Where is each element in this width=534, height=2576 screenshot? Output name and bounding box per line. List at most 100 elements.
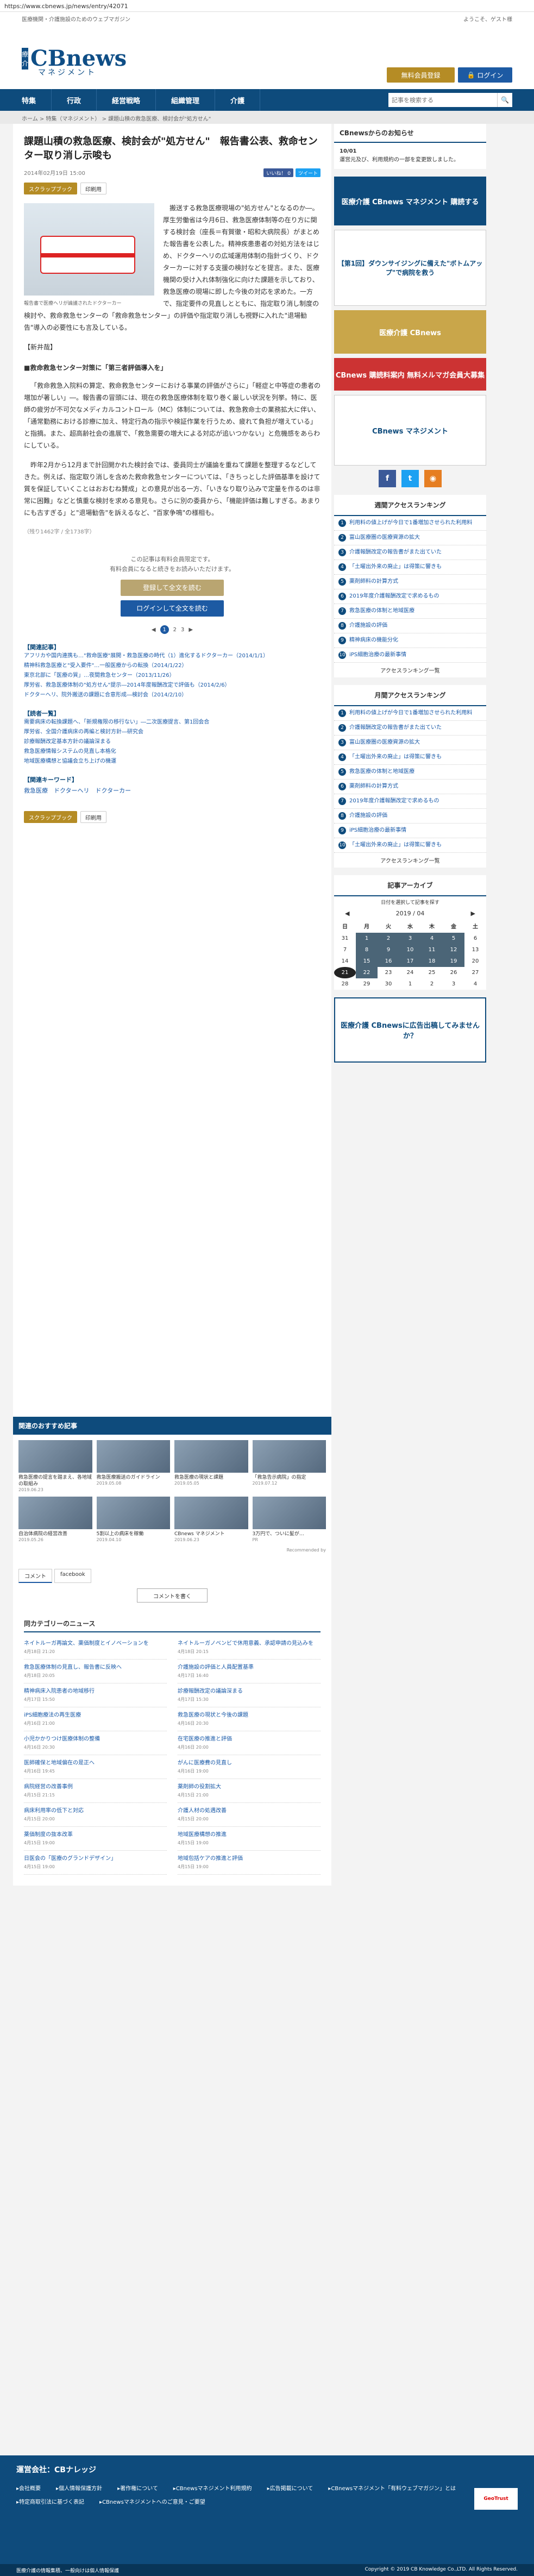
- geotrust-badge[interactable]: GeoTrust: [474, 2488, 518, 2510]
- rank-item[interactable]: 1 利用料の値上げが今日で1番増加させられた利用料: [334, 516, 486, 531]
- calendar-day[interactable]: 22: [356, 967, 378, 978]
- footer-link[interactable]: CBnewsマネジメント利用規約: [173, 2484, 252, 2492]
- news-item[interactable]: 病院経営の改善事例 4月15日 21:15: [24, 1779, 167, 1803]
- calendar-next[interactable]: ▶: [471, 910, 475, 917]
- recommend-card[interactable]: 救急医療の現状と課題 2019.05.05: [174, 1440, 248, 1492]
- tab-facebook[interactable]: facebook: [54, 1569, 91, 1583]
- login-read-button[interactable]: ログインして全文を読む: [121, 600, 224, 617]
- scrapbook-button[interactable]: スクラップブック: [24, 183, 77, 194]
- news-item[interactable]: 救急医療の現状と今後の課題 4月16日 20:30: [178, 1707, 321, 1731]
- news-item[interactable]: 介護人材の処遇改善 4月15日 20:00: [178, 1803, 321, 1827]
- related-item[interactable]: 東京北部に「医療の質」…夜間救急センター（2013/11/26）: [24, 671, 321, 681]
- news-item[interactable]: 地域医療構想の推進 4月15日 19:00: [178, 1827, 321, 1851]
- footer-link[interactable]: 著作権について: [117, 2484, 158, 2492]
- calendar-day[interactable]: 2: [378, 933, 399, 944]
- calendar-day[interactable]: 10: [399, 944, 421, 956]
- related-item[interactable]: 厚労省、救急医療体制の"処方せん"提示―2014年度報酬改定で評価も（2014/…: [24, 681, 321, 690]
- register-read-button[interactable]: 登録して全文を読む: [121, 580, 224, 596]
- reading-item[interactable]: 需要病床の転換課題へ、「新規権限の移行ない」―二次医療提言、第1回会合: [24, 718, 321, 727]
- weekly-ranking-more[interactable]: アクセスランキング一覧: [334, 663, 486, 677]
- rank-item[interactable]: 8 介護施設の評価: [334, 619, 486, 633]
- nav-item-care[interactable]: 介護: [215, 89, 261, 111]
- calendar-day[interactable]: 4: [421, 933, 443, 944]
- pager-1[interactable]: 1: [160, 625, 169, 634]
- calendar-prev[interactable]: ◀: [345, 910, 349, 917]
- scrapbook-button-bottom[interactable]: スクラップブック: [24, 811, 77, 823]
- recommend-card[interactable]: 救急医療の提言を踏まえ、各地域の取組み 2019.06.23: [18, 1440, 92, 1492]
- facebook-icon[interactable]: f: [379, 470, 396, 487]
- ad-mailmag[interactable]: CBnews 購読料案内 無料メルマガ会員大募集: [334, 358, 486, 391]
- site-logo[interactable]: 医療介護 CBnews マネジメント: [22, 41, 127, 77]
- like-button[interactable]: いいね！ 0: [263, 168, 293, 177]
- reading-item[interactable]: 地域医療構想と協議会立ち上げの機運: [24, 757, 321, 766]
- news-item[interactable]: 介護施設の評価と人員配置基準 4月17日 16:40: [178, 1660, 321, 1683]
- rss-icon[interactable]: ◉: [424, 470, 442, 487]
- footer-link[interactable]: CBnewsマネジメント「有料ウェブマガジン」とは: [328, 2484, 456, 2492]
- ad-subscribe[interactable]: 医療介護 CBnews マネジメント 購読する: [334, 177, 486, 225]
- recommend-card[interactable]: 自治体病院の経営改善 2019.05.26: [18, 1497, 92, 1542]
- ad-management[interactable]: CBnews マネジメント: [334, 395, 486, 466]
- ad-advertise[interactable]: 医療介護 CBnewsに広告出稿してみませんか？: [334, 997, 486, 1063]
- rank-item[interactable]: 6 薬剤師料の計算方式: [334, 780, 486, 794]
- ad-seminar[interactable]: 【第1回】ダウンサイジングに備えた"ボトムアップ"で病院を救う: [334, 230, 486, 306]
- calendar-day[interactable]: 18: [421, 956, 443, 967]
- calendar-day-today[interactable]: 21: [334, 967, 356, 978]
- footer-link[interactable]: 個人情報保護方針: [56, 2484, 102, 2492]
- reading-item[interactable]: 救急医療情報システムの見直し本格化: [24, 747, 321, 757]
- news-item[interactable]: 医師確保と地域偏在の是正へ 4月16日 19:45: [24, 1755, 167, 1779]
- free-signup-button[interactable]: 無料会員登録: [387, 67, 455, 83]
- recommend-card[interactable]: CBnews マネジメント 2019.06.23: [174, 1497, 248, 1542]
- calendar-day[interactable]: 9: [378, 944, 399, 956]
- search-input[interactable]: [388, 93, 497, 107]
- rank-item[interactable]: 9 iPS細胞治療の最新事情: [334, 824, 486, 838]
- rank-item[interactable]: 5 救急医療の体制と地域医療: [334, 765, 486, 780]
- pager-next[interactable]: ▶: [189, 627, 193, 633]
- related-item[interactable]: アフリカや国内連携も…"救命医療"展開・救急医療の時代（1）進化するドクターカー…: [24, 651, 321, 661]
- footer-link[interactable]: 会社概要: [16, 2484, 41, 2492]
- tab-comment[interactable]: コメント: [18, 1569, 52, 1583]
- footer-link[interactable]: 特定商取引法に基づく表記: [16, 2497, 84, 2505]
- news-item[interactable]: 日医会の「医療のグランドデザイン」 4月15日 19:00: [24, 1851, 167, 1875]
- news-item[interactable]: 小児かかりつけ医療体制の整備 4月16日 20:30: [24, 1731, 167, 1755]
- search-button[interactable]: 🔍: [497, 93, 512, 107]
- news-item[interactable]: 病床利用率の低下と対応 4月15日 20:00: [24, 1803, 167, 1827]
- calendar-day[interactable]: 3: [399, 933, 421, 944]
- rank-item[interactable]: 6 2019年度介護報酬改定で求めるもの: [334, 589, 486, 604]
- news-item[interactable]: 在宅医療の推進と評価 4月16日 20:00: [178, 1731, 321, 1755]
- news-item[interactable]: iPS細胞療法の再生医療 4月16日 21:00: [24, 1707, 167, 1731]
- login-button[interactable]: 🔒 ログイン: [458, 67, 512, 83]
- news-item[interactable]: 地域包括ケアの推進と評価 4月15日 19:00: [178, 1851, 321, 1875]
- reading-item[interactable]: 診療報酬改定基本方針の議論深まる: [24, 737, 321, 747]
- nav-item-strategy[interactable]: 経営戦略: [97, 89, 156, 111]
- related-item[interactable]: ドクターヘリ、院外搬送の課題に合意形成―検討会（2014/2/10）: [24, 690, 321, 700]
- print-button-bottom[interactable]: 印刷用: [80, 811, 106, 823]
- keyword-list[interactable]: 救急医療 ドクターヘリ ドクターカー: [24, 786, 321, 795]
- footer-link[interactable]: 広告掲載について: [267, 2484, 313, 2492]
- calendar-day[interactable]: 15: [356, 956, 378, 967]
- news-item[interactable]: ネイトルーガノベンビで休用意義、承認申請の見込みを 4月18日 20:15: [178, 1636, 321, 1660]
- monthly-ranking-more[interactable]: アクセスランキング一覧: [334, 853, 486, 868]
- calendar-day[interactable]: 17: [399, 956, 421, 967]
- news-item[interactable]: 救急医療体制の見直し、報告書に反映へ 4月18日 20:05: [24, 1660, 167, 1683]
- calendar-day[interactable]: 19: [443, 956, 464, 967]
- nav-item-org[interactable]: 組織管理: [156, 89, 216, 111]
- recommend-card[interactable]: 5割以上の病床を稼働 2019.04.10: [96, 1497, 170, 1542]
- recommend-card[interactable]: 救急医療搬送のガイドライン 2019.05.08: [96, 1440, 170, 1492]
- twitter-icon[interactable]: t: [401, 470, 419, 487]
- related-item[interactable]: 精神科救急医療と"受入要件"…一般医療からの転換（2014/1/22）: [24, 661, 321, 671]
- news-item[interactable]: 精神病床入院患者の地域移行 4月17日 15:50: [24, 1683, 167, 1707]
- rank-item[interactable]: 7 救急医療の体制と地域医療: [334, 604, 486, 619]
- rank-item[interactable]: 9 精神病床の機能分化: [334, 633, 486, 648]
- rank-item[interactable]: 10 iPS細胞治療の最新事情: [334, 648, 486, 663]
- notice-text[interactable]: 運営元及び、利用規約の一部を変更致しました。: [340, 157, 459, 163]
- rank-item[interactable]: 2 介護報酬改定の報告書がまた出ていた: [334, 721, 486, 736]
- rank-item[interactable]: 3 介護報酬改定の報告書がまた出ていた: [334, 545, 486, 560]
- rank-item[interactable]: 10 「土曜出外来の廃止」は得策に響きも: [334, 838, 486, 853]
- rank-item[interactable]: 4 「土曜出外来の廃止」は得策に響きも: [334, 750, 486, 765]
- pager-3[interactable]: 3: [181, 627, 184, 633]
- reading-item[interactable]: 厚労省、全国介護病床の再編と検討方針―研究会: [24, 727, 321, 737]
- write-comment-button[interactable]: コメントを書く: [137, 1588, 208, 1603]
- calendar-day[interactable]: 12: [443, 944, 464, 956]
- recommend-card[interactable]: 3万円で、ついに髪が… PR: [252, 1497, 326, 1542]
- pager-prev[interactable]: ◀: [152, 627, 156, 633]
